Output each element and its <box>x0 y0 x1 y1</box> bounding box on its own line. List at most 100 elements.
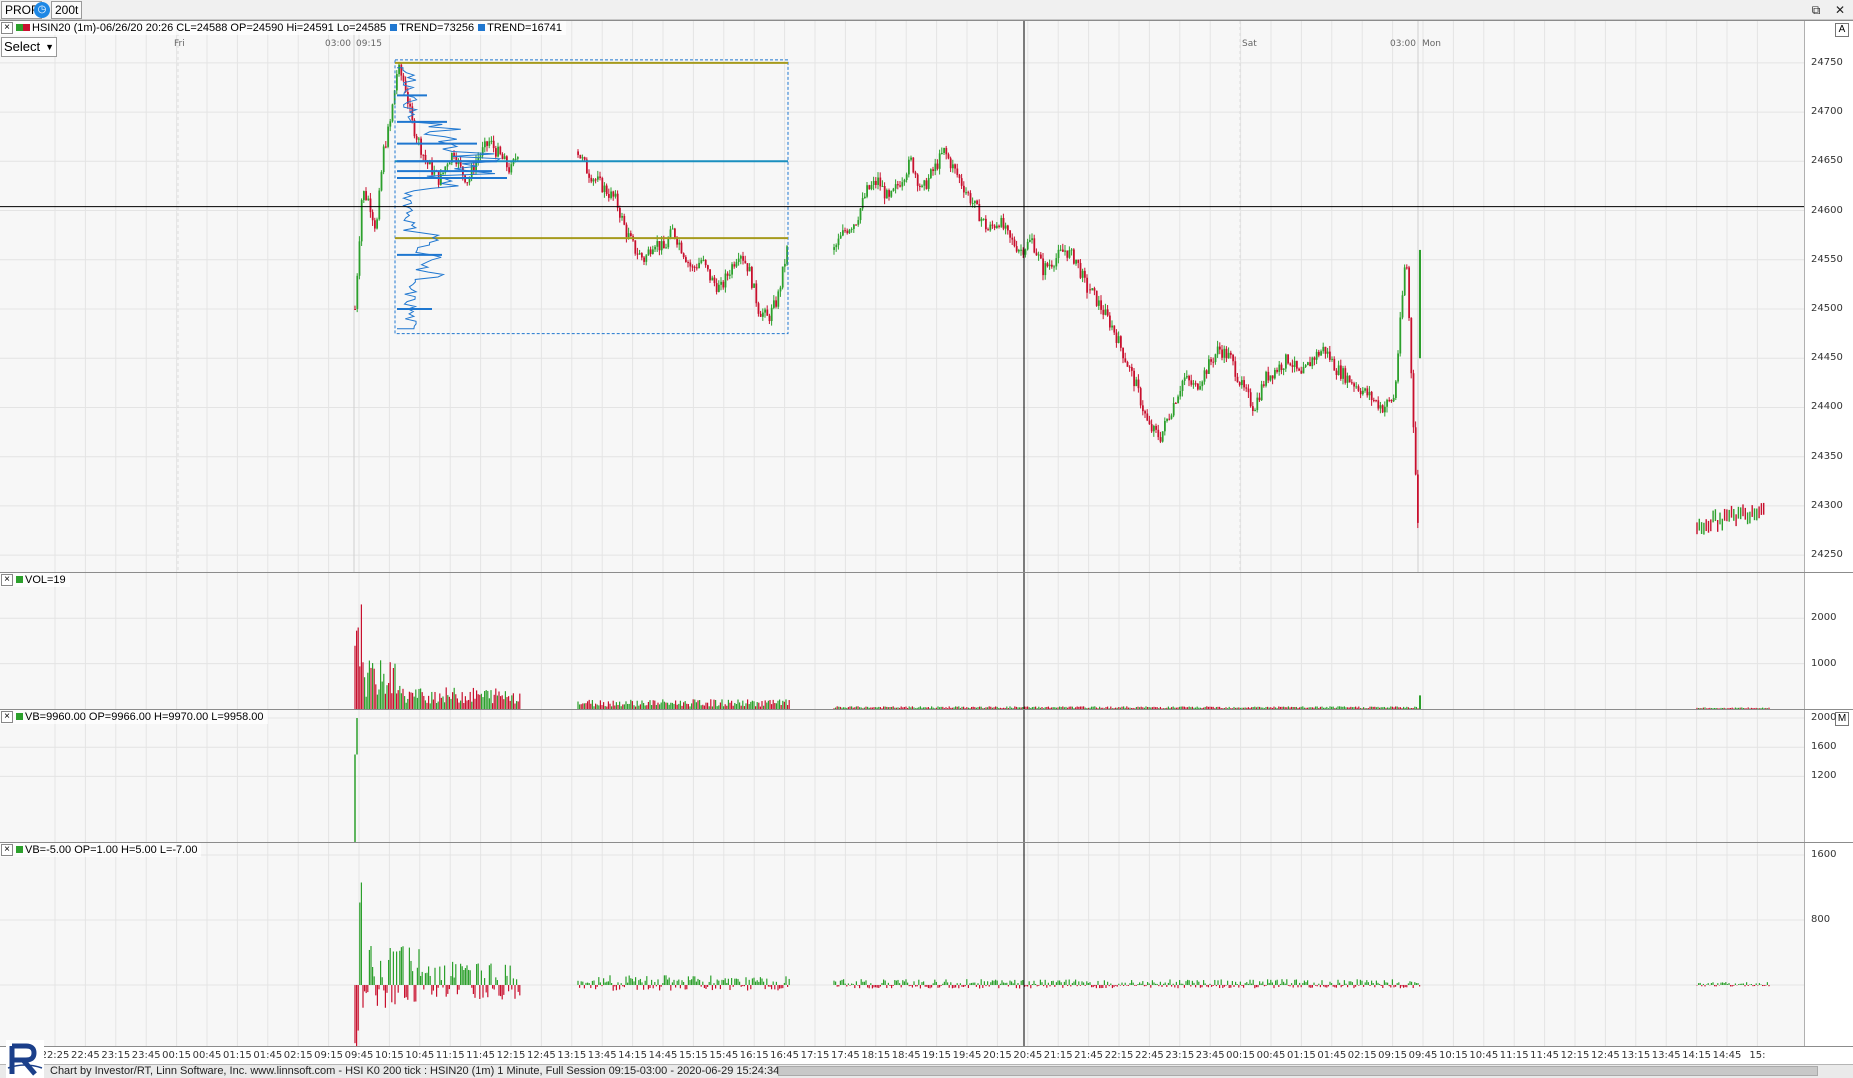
time-tick-label: 14:45 <box>1712 1050 1742 1061</box>
close-pane-icon[interactable]: × <box>1 844 13 856</box>
autoscale-button[interactable]: A <box>1835 23 1849 37</box>
time-tick-label: 15:45 <box>709 1050 739 1061</box>
candle-body <box>431 161 433 175</box>
time-tick-label: 23:45 <box>131 1050 161 1061</box>
vb2-tick-label: 1600 <box>1811 849 1837 860</box>
candle-body <box>689 262 692 267</box>
candle-body <box>870 185 873 190</box>
candle-body <box>864 196 866 198</box>
vb2-plot[interactable] <box>0 843 1804 1047</box>
price-pane[interactable]: × HSIN20 (1m)-06/26/20 20:26 CL=24588 OP=… <box>0 20 1853 573</box>
candle-body <box>1042 258 1044 276</box>
candle-body <box>925 180 928 189</box>
candle-body <box>1300 370 1303 374</box>
candle-body <box>1199 386 1201 390</box>
candle-body <box>625 224 628 238</box>
candle-body <box>603 185 606 193</box>
time-tick-label: 09:15 <box>314 1050 344 1061</box>
candle-body <box>671 228 674 230</box>
time-tick-label: 16:45 <box>770 1050 800 1061</box>
vb2-pane[interactable]: × VB=-5.00 OP=1.00 H=5.00 L=-7.00 1600 800 <box>0 842 1853 1047</box>
candle-body <box>949 158 952 169</box>
candle-body <box>1013 239 1016 247</box>
candle-body <box>1079 262 1082 278</box>
ticks-button[interactable]: 200t <box>51 1 83 19</box>
candle-body <box>1331 358 1333 360</box>
candle-body <box>1417 474 1419 523</box>
candle-body <box>691 266 694 268</box>
candle-body <box>888 190 890 197</box>
candle-body <box>495 148 497 157</box>
vb2-swatch-icon <box>16 846 23 853</box>
vb1-plot[interactable] <box>0 710 1804 843</box>
candle-body <box>1024 249 1027 255</box>
manual-scale-button[interactable]: M <box>1835 712 1849 726</box>
down-swatch-icon <box>23 24 30 31</box>
candle-body <box>588 173 590 178</box>
candle-body <box>963 185 965 193</box>
candle-body <box>764 309 766 313</box>
candle-body <box>833 247 835 250</box>
candle-body <box>1373 400 1375 402</box>
clock-icon[interactable]: ◷ <box>34 2 50 18</box>
candle-body <box>1086 277 1088 293</box>
candle-body <box>1256 397 1259 411</box>
price-plot[interactable] <box>0 21 1804 573</box>
candle-body <box>634 240 637 254</box>
candle-body <box>1212 361 1215 363</box>
candle-body <box>597 176 599 180</box>
time-tick-label: 01:15 <box>222 1050 252 1061</box>
candle-body <box>592 179 595 182</box>
candle-body <box>775 300 777 307</box>
time-axis[interactable]: 22:25 22:45 23:15 23:45 00:15 00:45 01:15 01:45… <box>0 1046 1853 1064</box>
candle-body <box>938 153 941 169</box>
candle-body <box>1351 382 1353 384</box>
volume-plot[interactable] <box>0 573 1804 710</box>
restore-window-icon[interactable]: ⧉ <box>1808 2 1824 18</box>
volume-pane[interactable]: × VOL=19 2000 1000 <box>0 572 1853 710</box>
candle-body <box>855 224 857 226</box>
close-pane-icon[interactable]: × <box>1 22 13 34</box>
horizontal-scrollbar[interactable] <box>778 1066 1818 1076</box>
candle-body <box>912 157 915 173</box>
time-tick-label: 22:45 <box>1134 1050 1164 1061</box>
candle-body <box>577 151 579 155</box>
candle-body <box>696 267 698 269</box>
candle-body <box>446 164 449 167</box>
close-pane-icon[interactable]: × <box>1 574 13 586</box>
candle-body <box>477 157 480 161</box>
candle-body <box>1278 364 1281 372</box>
candle-body <box>1238 382 1241 386</box>
candle-body <box>1020 249 1022 251</box>
candle-body <box>733 264 736 267</box>
select-dropdown[interactable]: Select ▼ <box>1 37 57 57</box>
candle-body <box>1059 249 1062 251</box>
candle-body <box>517 157 519 159</box>
volume-axis[interactable]: 2000 1000 <box>1804 573 1853 709</box>
candle-body <box>715 283 718 292</box>
close-window-icon[interactable]: ✕ <box>1832 2 1848 18</box>
trend1-swatch-icon <box>390 24 398 31</box>
candle-body <box>903 179 906 183</box>
candle-body <box>881 186 884 188</box>
candle-body <box>1055 258 1058 267</box>
price-axis[interactable]: A 24750 24700 24650 24600 24550 24500 24450 244… <box>1804 21 1853 572</box>
candle-body <box>1144 411 1146 414</box>
candle-body <box>1155 425 1157 430</box>
candle-body <box>1102 309 1105 315</box>
day-label: Fri <box>174 39 185 49</box>
candle-body <box>707 265 709 270</box>
time-tick-label: 11:15 <box>435 1050 465 1061</box>
vb1-pane[interactable]: × VB=9960.00 OP=9966.00 H=9970.00 L=9958.… <box>0 709 1853 843</box>
candle-body <box>967 192 970 194</box>
candle-body <box>1285 354 1287 369</box>
candle-body <box>773 300 775 308</box>
candle-body <box>971 203 974 205</box>
close-pane-icon[interactable]: × <box>1 711 13 723</box>
vb1-axis[interactable]: M 2000 1600 1200 <box>1804 710 1853 842</box>
candle-body <box>400 64 403 76</box>
candle-body <box>665 247 667 249</box>
candle-body <box>1170 415 1173 419</box>
vb2-axis[interactable]: 1600 800 <box>1804 843 1853 1046</box>
candle-body <box>1236 376 1239 383</box>
